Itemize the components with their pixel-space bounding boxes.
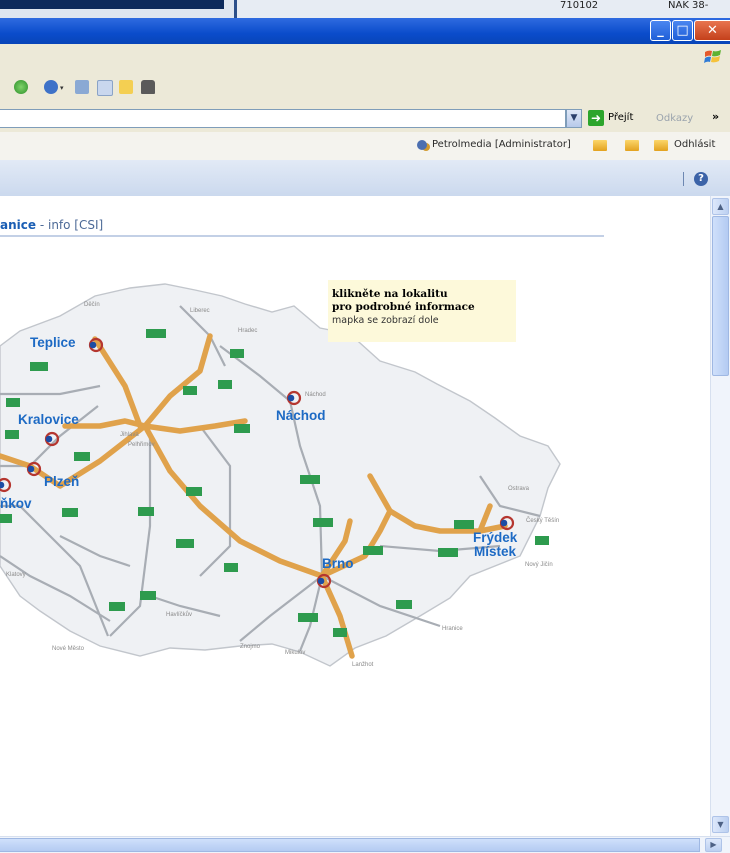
town-label: Mikulov — [285, 650, 305, 656]
maximize-button[interactable]: □ — [672, 20, 693, 41]
town-label: Liberec — [190, 308, 210, 314]
user-label[interactable]: Petrolmedia [Administrator] — [432, 139, 571, 150]
town-label: Znojmo — [240, 644, 261, 650]
mail-dropdown-icon[interactable]: ▾ — [60, 80, 66, 94]
town-label: Havlíčkův — [166, 611, 192, 618]
maximize-icon: □ — [676, 23, 689, 38]
chevron-up-icon: ▲ — [717, 202, 724, 211]
folder-icon[interactable] — [654, 140, 668, 151]
window-titlebar[interactable]: _ □ ✕ — [0, 18, 730, 44]
folder-icon[interactable] — [593, 140, 607, 151]
scroll-down-button[interactable]: ▼ — [712, 816, 729, 833]
windows-logo-icon — [704, 50, 721, 63]
town-label: Děčín — [84, 302, 100, 308]
city-label-mistek[interactable]: Místek — [474, 544, 517, 559]
go-label[interactable]: Přejít — [608, 112, 633, 123]
logout-link[interactable]: Odhlásit — [674, 139, 715, 150]
print-icon[interactable] — [75, 80, 89, 94]
refresh-icon[interactable] — [14, 80, 28, 94]
hint-line-1: klikněte na lokalitu — [332, 288, 448, 300]
map-hint-box: klikněte na lokalitu pro podrobné inform… — [328, 280, 516, 342]
go-button[interactable]: ➜ — [588, 110, 604, 126]
address-dropdown-button[interactable]: ▼ — [566, 109, 582, 128]
messenger-icon[interactable] — [141, 80, 155, 94]
page-title-main: anice — [0, 218, 37, 232]
help-icon[interactable]: ? — [694, 172, 708, 186]
town-label: Lanžhot — [352, 662, 374, 668]
city-label-kov[interactable]: ňkov — [0, 496, 32, 511]
city-label-kralovice[interactable]: Kralovice — [18, 412, 79, 427]
close-button[interactable]: ✕ — [694, 20, 730, 41]
user-icon — [417, 140, 427, 150]
horizontal-scrollbar[interactable]: ▶ — [0, 836, 730, 853]
separator — [683, 172, 684, 186]
page-title-sub: info [CSI] — [47, 218, 104, 232]
town-label: Jihlava — [120, 432, 139, 438]
city-label-teplice[interactable]: Teplice — [30, 335, 76, 350]
background-cell-nak: NAK 38- — [668, 0, 709, 11]
folder-icon[interactable] — [625, 140, 639, 151]
chevron-down-icon: ▼ — [717, 820, 724, 829]
background-table-pane — [234, 0, 730, 18]
page-title-sep: - — [36, 218, 48, 232]
menu-bar — [0, 44, 730, 71]
town-label: Ostrava — [508, 486, 530, 492]
page-content: anice - info [CSI] Děčín Liberec Hradec … — [0, 196, 710, 836]
chevron-right-icon: ▶ — [710, 840, 717, 849]
scroll-up-button[interactable]: ▲ — [712, 198, 729, 215]
links-label[interactable]: Odkazy — [656, 113, 693, 124]
czech-road-map[interactable]: Děčín Liberec Hradec Náchod Ostrava Česk… — [0, 276, 610, 696]
discuss-icon[interactable] — [119, 80, 133, 94]
page-title: anice - info [CSI] — [0, 218, 604, 237]
town-label: Hranice — [442, 626, 463, 632]
town-label: Nový Jičín — [525, 562, 553, 568]
links-more-button[interactable]: » — [712, 110, 719, 123]
town-label: Český Těšín — [526, 517, 559, 524]
toolbar: ▾ — [0, 70, 730, 107]
city-label-frydek[interactable]: Frýdek — [473, 530, 518, 545]
go-arrow-icon: ➜ — [590, 111, 602, 125]
background-window-edge — [0, 0, 224, 9]
horizontal-scroll-thumb[interactable] — [0, 838, 700, 852]
hint-line-2: pro podrobné informace — [332, 301, 475, 313]
user-bar: Petrolmedia [Administrator] Odhlásit — [0, 132, 730, 161]
background-window: 710102 NAK 38- — [0, 0, 730, 18]
edit-icon[interactable] — [97, 80, 113, 96]
town-label: Hradec — [238, 328, 257, 334]
vertical-scrollbar[interactable]: ▲ ▼ — [710, 196, 730, 836]
city-label-brno[interactable]: Brno — [322, 556, 354, 571]
vertical-scroll-thumb[interactable] — [712, 216, 729, 376]
background-cell-id: 710102 — [560, 0, 599, 11]
content-toolbar: ? — [0, 160, 730, 197]
chevron-down-icon: ▼ — [570, 113, 578, 123]
mail-icon[interactable] — [44, 80, 58, 94]
city-label-plzen[interactable]: Plzeň — [44, 474, 79, 489]
town-label: Nové Město — [52, 646, 85, 652]
town-label: Pelhřimov — [128, 442, 155, 448]
hint-line-3: mapka se zobrazí dole — [332, 315, 439, 326]
town-label: Náchod — [305, 392, 326, 398]
town-label: Klatovy — [6, 572, 26, 578]
address-bar: ▼ ➜ Přejít Odkazy » — [0, 106, 730, 133]
close-icon: ✕ — [707, 23, 718, 38]
minimize-button[interactable]: _ — [650, 20, 671, 41]
city-label-nachod[interactable]: Náchod — [276, 408, 326, 423]
scroll-right-button[interactable]: ▶ — [705, 838, 722, 852]
minimize-icon: _ — [657, 23, 664, 38]
address-input[interactable] — [0, 109, 566, 128]
